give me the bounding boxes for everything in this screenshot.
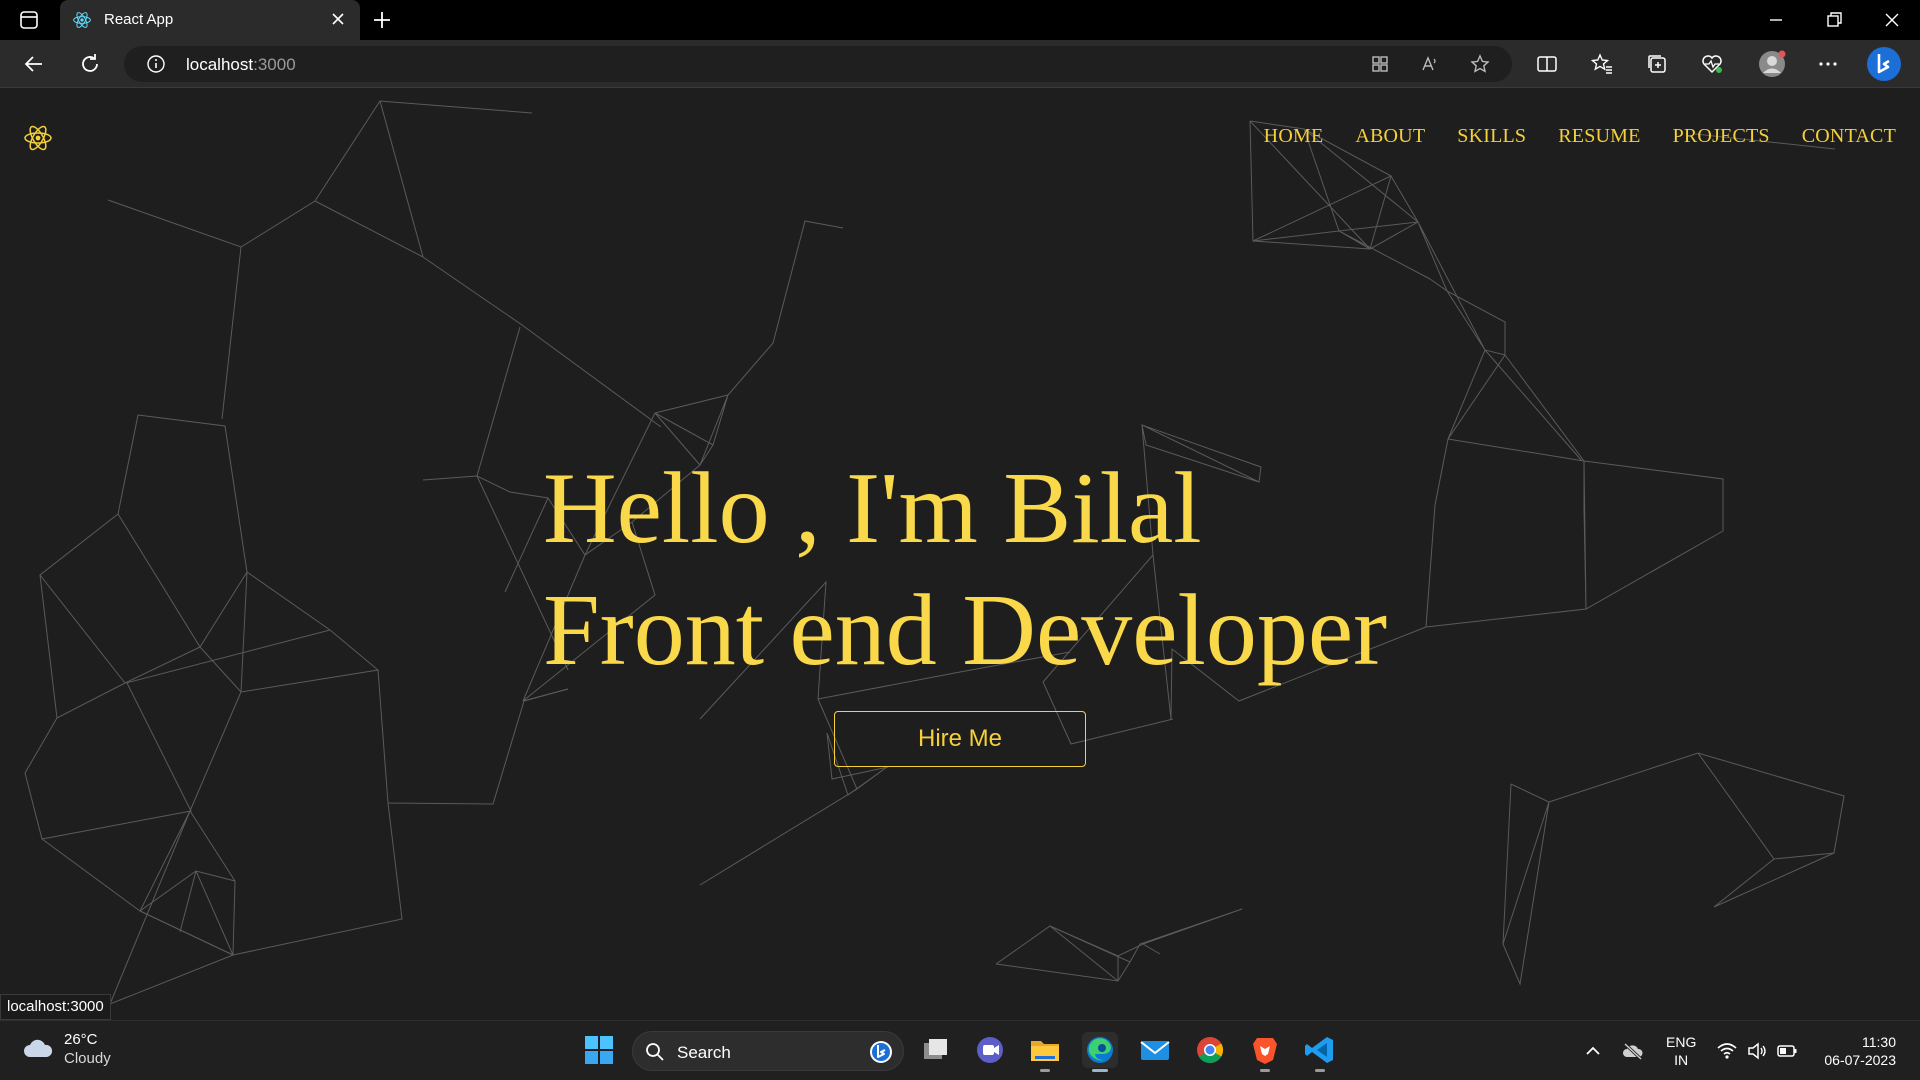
browser-tab-active[interactable]: React App <box>60 0 360 40</box>
teams-button[interactable] <box>972 1032 1008 1068</box>
chevron-up-icon[interactable] <box>1582 1040 1604 1062</box>
running-indicator <box>1315 1069 1325 1072</box>
refresh-icon[interactable] <box>78 52 102 76</box>
tab-close-icon[interactable] <box>328 9 348 29</box>
react-logo-icon[interactable] <box>22 122 54 154</box>
new-tab-icon[interactable] <box>370 8 394 32</box>
nav-projects[interactable]: PROJECTS <box>1673 125 1770 148</box>
split-screen-icon[interactable] <box>1535 52 1559 76</box>
react-favicon-icon <box>73 12 91 28</box>
cloud-icon <box>24 1039 53 1057</box>
mail-button[interactable] <box>1137 1032 1173 1068</box>
weather-condition: Cloudy <box>64 1050 111 1067</box>
vscode-button[interactable] <box>1302 1032 1338 1072</box>
site-info-icon[interactable] <box>146 54 166 74</box>
mail-icon <box>1140 1041 1170 1060</box>
minimize-icon[interactable] <box>1764 8 1788 32</box>
task-view-button[interactable] <box>918 1032 954 1068</box>
weather-widget[interactable]: 26°C Cloudy <box>22 1030 111 1068</box>
file-explorer-icon <box>1031 1041 1059 1061</box>
chrome-icon <box>1197 1037 1224 1064</box>
tab-actions-icon[interactable] <box>18 9 40 31</box>
region-code: IN <box>1674 1052 1689 1068</box>
search-icon <box>646 1043 664 1061</box>
close-window-icon[interactable] <box>1880 8 1904 32</box>
url-text[interactable]: localhost:3000 <box>186 55 296 75</box>
start-button[interactable] <box>581 1032 617 1068</box>
bing-chat-icon[interactable] <box>1866 46 1902 82</box>
weather-temp: 26°C <box>64 1031 98 1048</box>
browser-essentials-icon[interactable] <box>1700 52 1724 76</box>
brave-button[interactable] <box>1247 1032 1283 1072</box>
hero-role: Front end Developer <box>543 574 1388 687</box>
more-options-icon[interactable] <box>1816 52 1840 76</box>
clock-date: 06-07-2023 <box>1824 1052 1896 1068</box>
brave-icon <box>1253 1038 1277 1064</box>
file-explorer-button[interactable] <box>1027 1032 1063 1072</box>
task-view-icon <box>924 1039 947 1059</box>
tab-title: React App <box>104 11 174 28</box>
profile-avatar-icon[interactable] <box>1758 50 1786 78</box>
site-nav: HOME ABOUT SKILLS RESUME PROJECTS CONTAC… <box>1264 125 1896 148</box>
system-clock[interactable]: 11:30 06-07-2023 <box>1824 1033 1896 1069</box>
collections-icon[interactable] <box>1645 52 1669 76</box>
language-indicator[interactable]: ENG IN <box>1666 1033 1696 1069</box>
favorite-star-icon[interactable] <box>1470 54 1490 74</box>
edge-icon <box>1087 1037 1113 1063</box>
start-icon <box>585 1036 613 1064</box>
taskbar-search[interactable]: Search <box>632 1031 904 1071</box>
status-bar-url: localhost:3000 <box>0 994 111 1020</box>
volume-icon[interactable] <box>1746 1040 1768 1062</box>
read-aloud-icon[interactable] <box>1420 54 1440 74</box>
clock-time: 11:30 <box>1862 1034 1896 1050</box>
wifi-icon[interactable] <box>1716 1040 1738 1062</box>
running-indicator <box>1092 1069 1108 1072</box>
nav-about[interactable]: ABOUT <box>1355 125 1425 148</box>
nav-contact[interactable]: CONTACT <box>1802 125 1896 148</box>
battery-icon[interactable] <box>1776 1040 1798 1062</box>
vscode-icon <box>1305 1037 1333 1063</box>
hero-greeting: Hello , I'm Bilal <box>543 452 1202 565</box>
search-label: Search <box>677 1043 731 1062</box>
nav-resume[interactable]: RESUME <box>1558 125 1640 148</box>
page-content: HOME ABOUT SKILLS RESUME PROJECTS CONTAC… <box>0 89 1920 1020</box>
edge-button[interactable] <box>1082 1032 1118 1072</box>
running-indicator <box>1040 1069 1050 1072</box>
running-indicator <box>1260 1069 1270 1072</box>
restore-icon[interactable] <box>1822 8 1846 32</box>
nav-skills[interactable]: SKILLS <box>1457 125 1526 148</box>
hero-heading: Hello , I'm Bilal Front end Developer <box>543 448 1387 692</box>
chrome-button[interactable] <box>1192 1032 1228 1068</box>
nav-home[interactable]: HOME <box>1264 125 1324 148</box>
back-icon[interactable] <box>22 52 46 76</box>
bing-icon <box>870 1041 892 1063</box>
language-code: ENG <box>1666 1034 1697 1050</box>
favorites-icon[interactable] <box>1590 52 1614 76</box>
app-available-icon[interactable] <box>1370 54 1390 74</box>
browser-toolbar: localhost:3000 <box>0 40 1920 88</box>
hire-me-button[interactable]: Hire Me <box>834 711 1086 767</box>
address-bar[interactable]: localhost:3000 <box>124 46 1512 82</box>
teams-icon <box>977 1037 1003 1063</box>
browser-tab-bar: React App <box>0 0 1920 40</box>
onedrive-offline-icon[interactable] <box>1622 1040 1644 1062</box>
os-taskbar: 26°C Cloudy Search ENG IN 11:30 06-07-20… <box>0 1020 1920 1080</box>
